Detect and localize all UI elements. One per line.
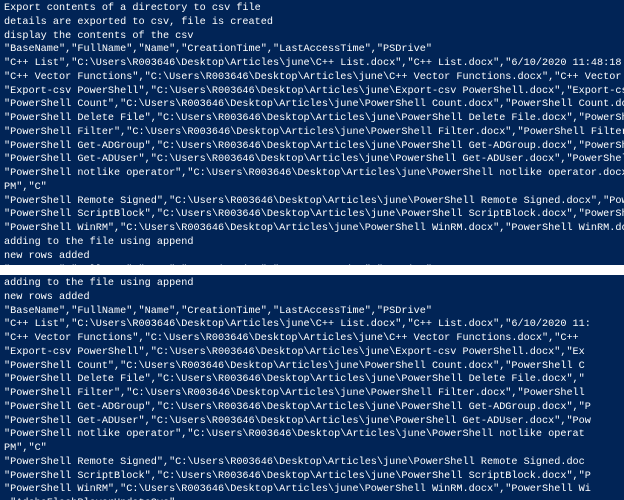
console-line: "PowerShell Filter","C:\Users\R003646\De… [4,126,620,140]
console-line: "Export-csv PowerShell","C:\Users\R00364… [4,85,620,99]
console-line: adding to the file using append [4,277,620,291]
console-line: display the contents of the csv [4,30,620,44]
console-line: "C++ List","C:\Users\R003646\Desktop\Art… [4,318,620,332]
console-line: "PowerShell Filter","C:\Users\R003646\De… [4,387,620,401]
console-line: "PowerShell Remote Signed","C:\Users\R00… [4,195,620,209]
powershell-console-bottom[interactable]: adding to the file using appendnew rows … [0,275,624,500]
console-line: "PowerShell Get-ADGroup","C:\Users\R0036… [4,401,620,415]
console-line: new rows added [4,291,620,305]
console-line: "PowerShell Delete File","C:\Users\R0036… [4,112,620,126]
console-line: "PowerShell Count","C:\Users\R003646\Des… [4,98,620,112]
console-line: Export contents of a directory to csv fi… [4,2,620,16]
console-line: "PowerShell notlike operator","C:\Users\… [4,428,620,442]
console-line: "PowerShell Remote Signed","C:\Users\R00… [4,456,620,470]
spacer [0,265,624,275]
console-line: "C++ Vector Functions","C:\Users\R003646… [4,332,620,346]
console-line: "PowerShell WinRM","C:\Users\R003646\Des… [4,483,620,497]
console-line: "PowerShell Count","C:\Users\R003646\Des… [4,360,620,374]
console-line: new rows added [4,250,620,264]
console-line: PM","C" [4,442,620,456]
console-line: "PowerShell ScriptBlock","C:\Users\R0036… [4,208,620,222]
powershell-console-top[interactable]: Export contents of a directory to csv fi… [0,0,624,265]
console-line: "Export-csv PowerShell","C:\Users\R00364… [4,346,620,360]
console-line: "PowerShell Get-ADGroup","C:\Users\R0036… [4,140,620,154]
console-line: adding to the file using append [4,236,620,250]
console-line: "PowerShell notlike operator","C:\Users\… [4,167,620,181]
console-line: PM","C" [4,181,620,195]
console-line: "BaseName","FullName","Name","CreationTi… [4,43,620,57]
console-line: "C++ Vector Functions","C:\Users\R003646… [4,71,620,85]
console-line: "BaseName","FullName","Name","CreationTi… [4,305,620,319]
console-line: "PowerShell Delete File","C:\Users\R0036… [4,373,620,387]
console-line: "PowerShell Get-ADUser","C:\Users\R00364… [4,415,620,429]
console-line: details are exported to csv, file is cre… [4,16,620,30]
console-line: "PowerShell Get-ADUser","C:\Users\R00364… [4,153,620,167]
console-line: "PowerShell ScriptBlock","C:\Users\R0036… [4,470,620,484]
console-line: "C++ List","C:\Users\R003646\Desktop\Art… [4,57,620,71]
console-line: "PowerShell WinRM","C:\Users\R003646\Des… [4,222,620,236]
